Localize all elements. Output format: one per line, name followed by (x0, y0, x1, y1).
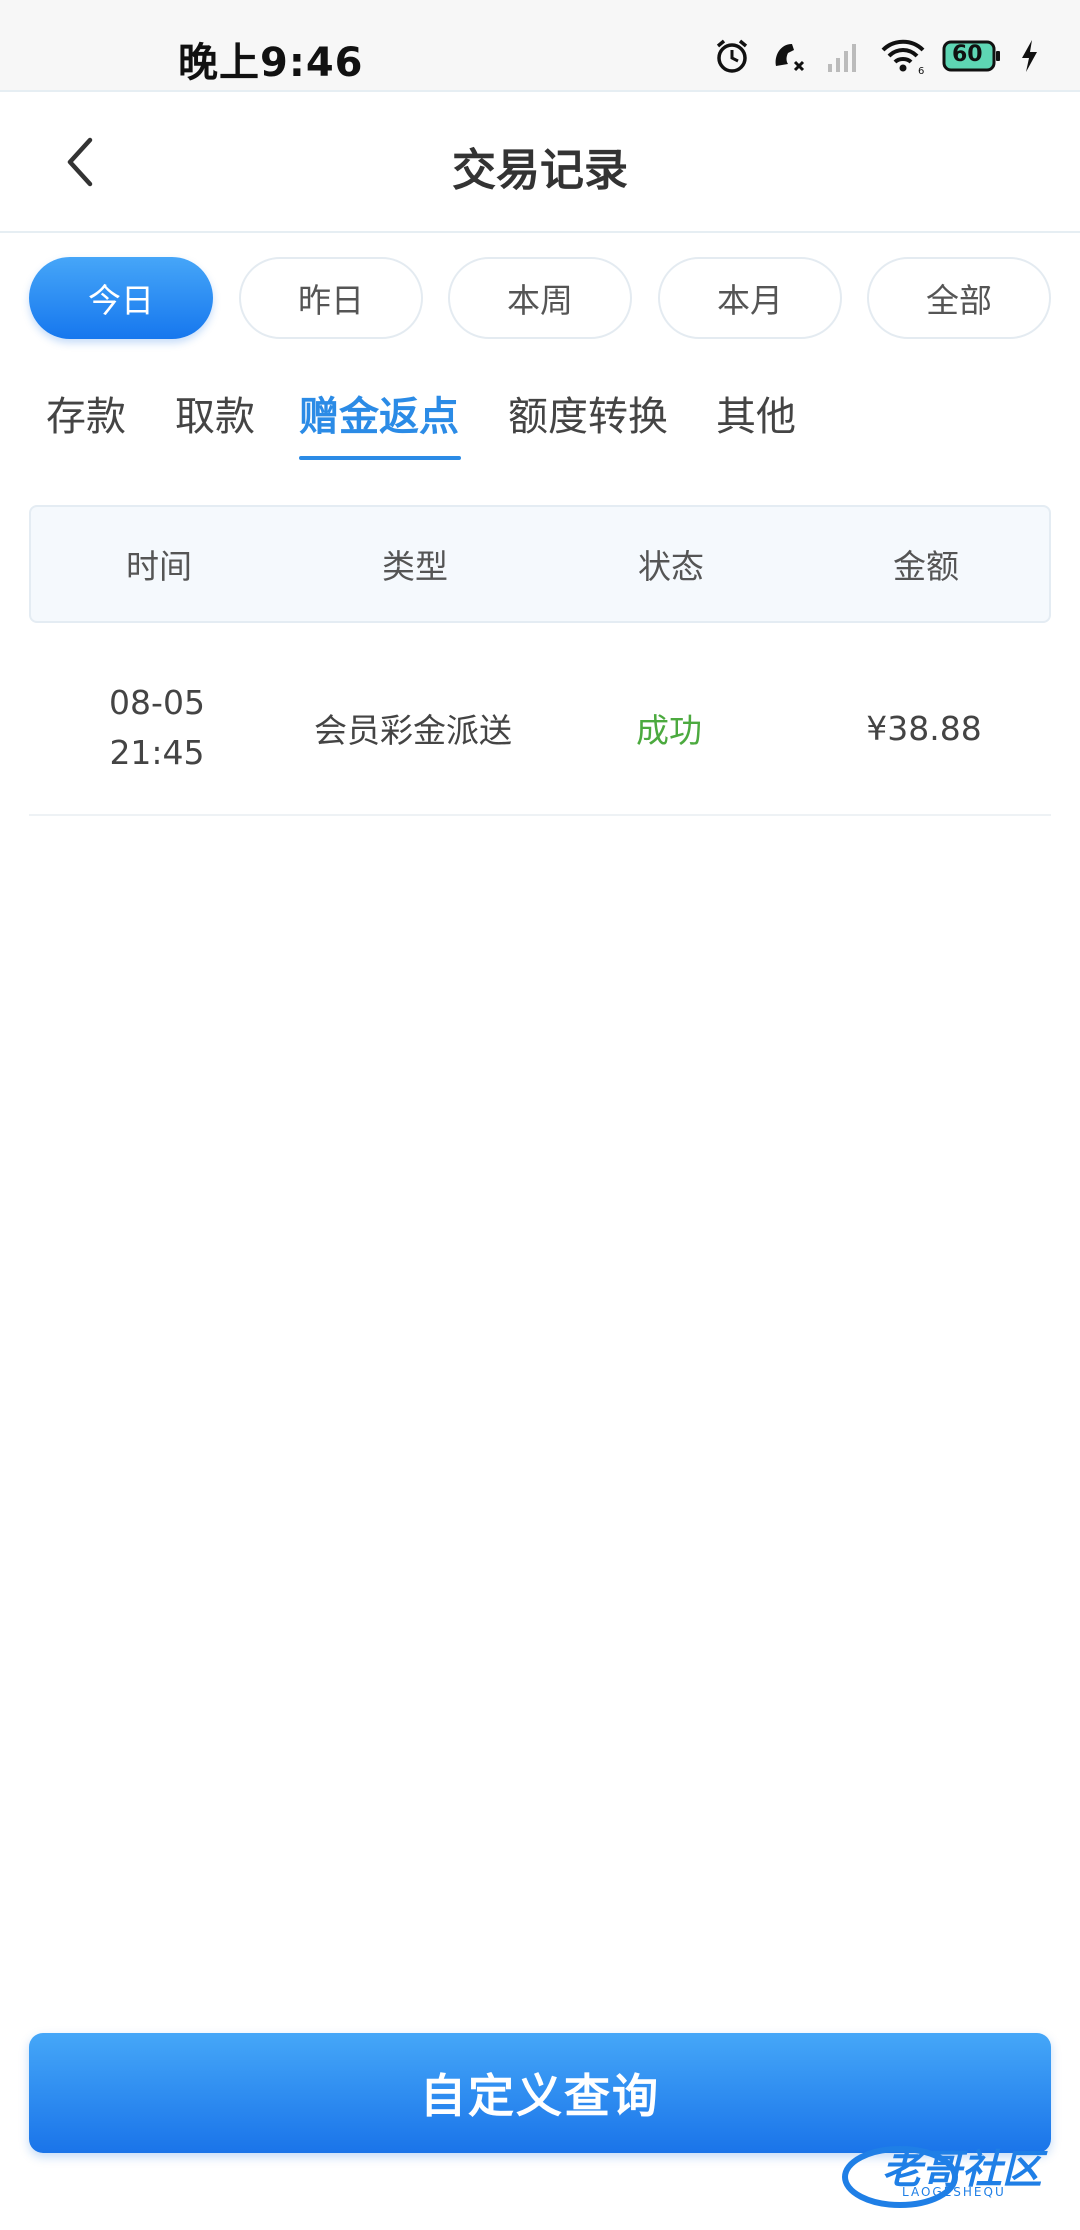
battery-icon: 60 (942, 38, 1002, 74)
table-header: 时间 类型 状态 金额 (29, 505, 1051, 623)
tab-bonus-rebate[interactable]: 赠金返点 (299, 384, 459, 442)
table-row[interactable]: 08-05 21:45 会员彩金派送 成功 ¥38.88 (29, 640, 1051, 816)
column-header-time: 时间 (126, 547, 192, 586)
nav-header: 交易记录 (0, 90, 1080, 233)
tab-transfer[interactable]: 额度转换 (508, 384, 668, 442)
period-all-button[interactable]: 全部 (867, 257, 1051, 339)
tab-withdraw[interactable]: 取款 (175, 384, 255, 442)
cell-date-text: 08-05 (109, 683, 205, 722)
column-header-amount: 金额 (893, 547, 959, 586)
active-tab-indicator (299, 456, 461, 460)
page-title: 交易记录 (452, 145, 628, 196)
charging-icon (1018, 36, 1040, 76)
app-root: 晚上9:46 6 60 交易记录 今日 昨日 本周 本月 全部 存款 取款 赠金… (0, 0, 1080, 2230)
status-time: 晚上9:46 (178, 40, 364, 86)
missed-call-icon (768, 36, 808, 76)
period-month-button[interactable]: 本月 (658, 257, 842, 339)
status-icons: 6 60 (712, 36, 1040, 76)
battery-level: 60 (952, 42, 983, 67)
column-header-status: 状态 (638, 547, 704, 586)
alarm-icon (712, 36, 752, 76)
cell-status: 成功 (636, 711, 702, 750)
signal-icon (824, 36, 864, 76)
period-today-button[interactable]: 今日 (29, 257, 213, 339)
status-bar: 晚上9:46 6 60 (0, 0, 1080, 90)
tab-deposit[interactable]: 存款 (46, 384, 126, 442)
watermark-logo: 老哥社区 LAOGESHEQU (840, 2135, 1070, 2215)
period-week-button[interactable]: 本周 (448, 257, 632, 339)
cell-type: 会员彩金派送 (314, 711, 512, 750)
watermark-subtext: LAOGESHEQU (902, 2185, 1006, 2199)
cell-time-text: 21:45 (109, 733, 205, 772)
category-tabs: 存款 取款 赠金返点 额度转换 其他 (0, 370, 1080, 470)
cell-time: 08-05 21:45 (29, 640, 285, 816)
column-header-type: 类型 (382, 547, 448, 586)
wifi-icon: 6 (880, 36, 926, 76)
period-yesterday-button[interactable]: 昨日 (239, 257, 423, 339)
period-filter: 今日 昨日 本周 本月 全部 (29, 257, 1051, 339)
cell-amount: ¥38.88 (866, 708, 982, 748)
svg-text:6: 6 (918, 66, 924, 76)
tab-other[interactable]: 其他 (716, 384, 796, 442)
